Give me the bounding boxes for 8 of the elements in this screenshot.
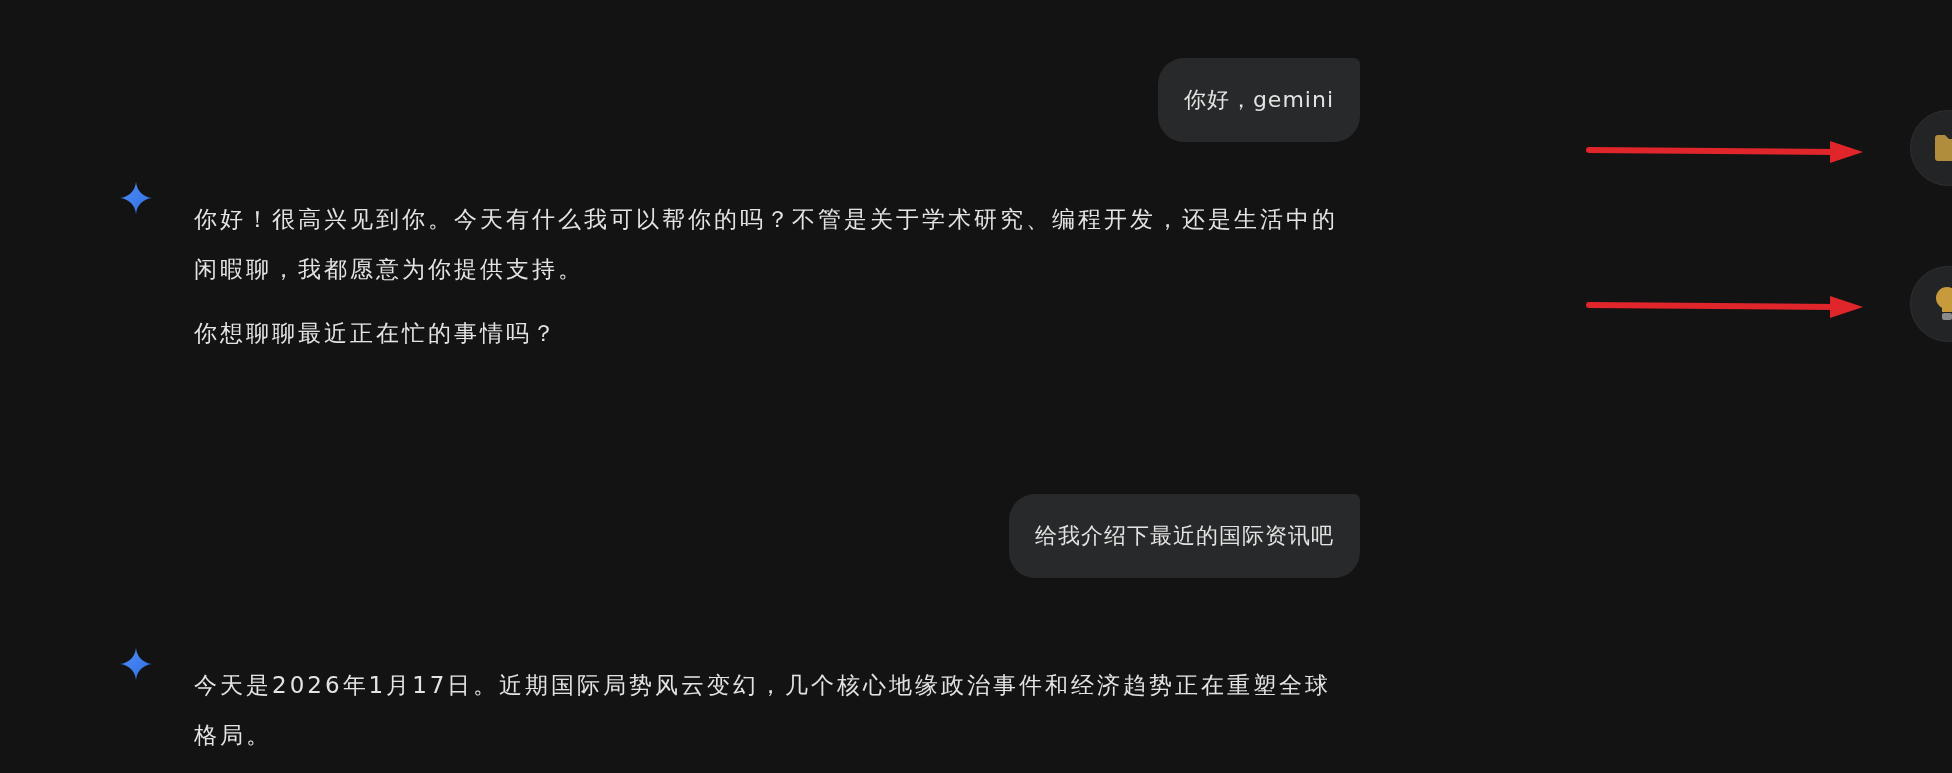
sparkle-icon	[120, 648, 152, 680]
user-message: 你好，gemini	[1157, 58, 1360, 142]
response-paragraph: 你想聊聊最近正在忙的事情吗？	[194, 319, 559, 348]
sparkle-icon	[120, 182, 152, 214]
lightbulb-icon	[1935, 287, 1952, 321]
response-paragraph: 今天是2026年1月17日。近期国际局势风云变幻，几个核心地缘政治事件和经济趋势正在重塑全球格局。	[194, 671, 1333, 750]
response-paragraph: 你好！很高兴见到你。今天有什么我可以帮你的吗？不管是关于学术研究、编程开发，还是生活中的闲暇聊，我都愿意为你提供支持。	[194, 205, 1339, 284]
user-message: 给我介绍下最近的国际资讯吧	[1009, 494, 1360, 578]
